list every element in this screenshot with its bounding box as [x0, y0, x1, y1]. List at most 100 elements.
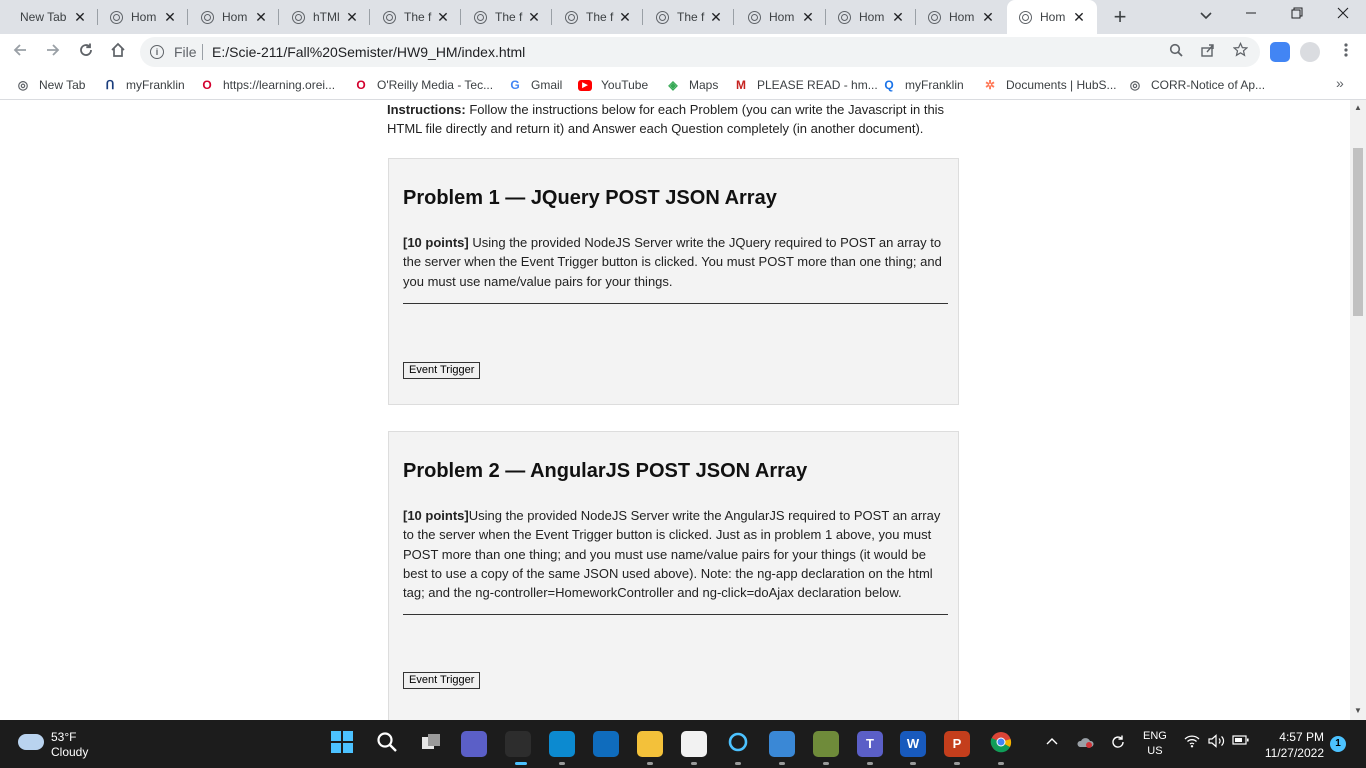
scroll-up-arrow-icon[interactable]: ▲ — [1353, 103, 1363, 113]
tab-close-icon[interactable]: ✕ — [72, 9, 88, 26]
bookmark-item[interactable]: ՈmyFranklin — [103, 76, 185, 94]
menu-button[interactable] — [1334, 40, 1358, 64]
search-icon[interactable] — [374, 731, 400, 757]
browser-tab[interactable]: Hom ✕ — [736, 0, 826, 34]
bookmark-item[interactable]: ◎ CORR-Notice of Ap... — [1128, 76, 1265, 94]
scroll-thumb[interactable] — [1353, 148, 1363, 316]
language-indicator[interactable]: ENG US — [1143, 729, 1167, 759]
tab-close-icon[interactable]: ✕ — [435, 9, 451, 26]
zoom-icon[interactable] — [1166, 42, 1186, 62]
messaging-icon[interactable] — [769, 731, 795, 757]
bookmark-item[interactable]: G Gmail — [508, 76, 562, 94]
problem-2-event-trigger-button[interactable]: Event Trigger — [403, 672, 481, 689]
tab-close-icon[interactable]: ✕ — [708, 9, 724, 26]
taskbar: 53°F Cloudy ENG US 4:57 PM 11/27/2022 1 … — [0, 720, 1366, 768]
tab-close-icon[interactable]: ✕ — [980, 9, 996, 26]
chrome-icon[interactable] — [988, 731, 1014, 757]
bookmark-item[interactable]: ▶ YouTube — [578, 76, 648, 94]
scroll-down-arrow-icon[interactable]: ▼ — [1353, 706, 1363, 716]
bookmark-item[interactable]: ◈ Maps — [666, 76, 718, 94]
notification-badge[interactable]: 1 — [1330, 736, 1346, 752]
cloud-icon[interactable] — [18, 734, 44, 750]
browser-tab[interactable]: Hom ✕ — [189, 0, 279, 34]
bookmark-item[interactable]: Ohttps://learning.orei... — [200, 76, 335, 94]
problem-2-divider — [403, 614, 948, 615]
bookmarks-overflow-icon[interactable]: » — [1336, 75, 1344, 91]
close-icon — [1337, 7, 1349, 19]
task-view-icon[interactable] — [418, 731, 444, 757]
browser-tab[interactable]: Hom ✕ — [98, 0, 188, 34]
tab-close-icon[interactable]: ✕ — [800, 9, 816, 26]
problem-2-title: Problem 2 — AngularJS POST JSON Array — [403, 460, 808, 482]
browser-tab[interactable]: Hom ✕ — [826, 0, 916, 34]
browser-tab[interactable]: The f ✕ — [462, 0, 552, 34]
notepad-icon[interactable] — [813, 731, 839, 757]
weather-temperature[interactable]: 53°F — [51, 730, 76, 744]
sync-icon[interactable] — [1110, 734, 1126, 753]
home-button[interactable] — [106, 40, 130, 64]
browser-tab[interactable]: The f ✕ — [553, 0, 643, 34]
tab-close-icon[interactable]: ✕ — [1071, 9, 1087, 26]
bookmark-item[interactable]: M PLEASE READ - hm... — [734, 76, 878, 94]
browser-tab[interactable]: Hom ✕ — [1007, 0, 1097, 34]
info-icon[interactable]: i — [150, 45, 164, 59]
profile-avatar[interactable] — [1300, 42, 1320, 62]
new-tab-button[interactable]: + — [1108, 3, 1132, 31]
browser-tab[interactable]: The f ✕ — [371, 0, 461, 34]
cortana-icon[interactable] — [725, 731, 751, 757]
browser-tab[interactable]: hTMl ✕ — [280, 0, 370, 34]
bookmark-label: Documents | HubS... — [1006, 78, 1117, 92]
word-icon[interactable]: W — [900, 731, 926, 757]
share-icon[interactable] — [1198, 42, 1218, 62]
tab-close-icon[interactable]: ✕ — [526, 9, 542, 26]
forward-button[interactable] — [41, 40, 65, 64]
problem-1-title: Problem 1 — JQuery POST JSON Array — [403, 187, 777, 209]
extension-toggle-icon[interactable] — [1270, 42, 1290, 62]
show-hidden-icons-icon[interactable] — [1046, 734, 1058, 748]
browser-tab[interactable]: The f ✕ — [644, 0, 734, 34]
address-bar[interactable]: i File E:/Scie-211/Fall%20Semister/HW9_H… — [140, 37, 1260, 67]
tab-search-button[interactable] — [1196, 6, 1216, 26]
battery-icon[interactable] — [1232, 734, 1250, 749]
onedrive-icon[interactable] — [1076, 736, 1094, 751]
reload-button[interactable] — [74, 40, 98, 64]
tab-close-icon[interactable]: ✕ — [162, 9, 178, 26]
oreilly-icon: O — [356, 78, 366, 92]
tab-close-icon[interactable]: ✕ — [253, 9, 269, 26]
edge-icon[interactable] — [549, 731, 575, 757]
bookmark-label: YouTube — [601, 78, 649, 92]
tab-close-icon[interactable]: ✕ — [890, 9, 906, 26]
vertical-scrollbar[interactable]: ▲ ▼ — [1350, 100, 1366, 720]
close-window-button[interactable] — [1320, 0, 1366, 32]
wifi-icon[interactable] — [1184, 734, 1200, 751]
bookmark-star-icon[interactable] — [1230, 41, 1250, 62]
address-url[interactable]: E:/Scie-211/Fall%20Semister/HW9_HM/index… — [212, 44, 525, 60]
system-clock[interactable]: 4:57 PM 11/27/2022 — [1262, 729, 1324, 761]
edge-dev-icon[interactable] — [505, 731, 531, 757]
reload-icon — [80, 43, 92, 56]
restore-button[interactable] — [1274, 0, 1320, 32]
mail-icon[interactable] — [593, 731, 619, 757]
back-button[interactable] — [8, 40, 32, 64]
browser-tab[interactable]: New Tab ✕ — [8, 0, 98, 34]
minimize-button[interactable] — [1228, 0, 1274, 32]
tab-title: The f — [495, 10, 523, 24]
bookmark-item[interactable]: ◎ New Tab — [16, 76, 86, 94]
bookmark-item[interactable]: ✲ Documents | HubS... — [983, 76, 1117, 94]
weather-description[interactable]: Cloudy — [51, 745, 88, 759]
teams-icon[interactable]: T — [857, 731, 883, 757]
chat-icon[interactable] — [461, 731, 487, 757]
store-icon[interactable] — [681, 731, 707, 757]
file-explorer-icon[interactable] — [637, 731, 663, 757]
globe-icon — [110, 10, 123, 24]
tab-close-icon[interactable]: ✕ — [617, 9, 633, 26]
powerpoint-icon[interactable]: P — [944, 731, 970, 757]
browser-tab[interactable]: Hom ✕ — [916, 0, 1006, 34]
start-icon[interactable] — [329, 731, 355, 757]
tab-close-icon[interactable]: ✕ — [344, 9, 360, 26]
bookmark-item[interactable]: O O'Reilly Media - Tec... — [354, 76, 493, 94]
bookmark-item[interactable]: QmyFranklin — [882, 76, 963, 94]
tab-strip: New Tab ✕ Hom ✕ Hom ✕ hTMl ✕ The f ✕ The f ✕ The f ✕ T… — [0, 0, 1366, 34]
problem-1-event-trigger-button[interactable]: Event Trigger — [403, 362, 481, 379]
volume-icon[interactable] — [1208, 734, 1226, 751]
